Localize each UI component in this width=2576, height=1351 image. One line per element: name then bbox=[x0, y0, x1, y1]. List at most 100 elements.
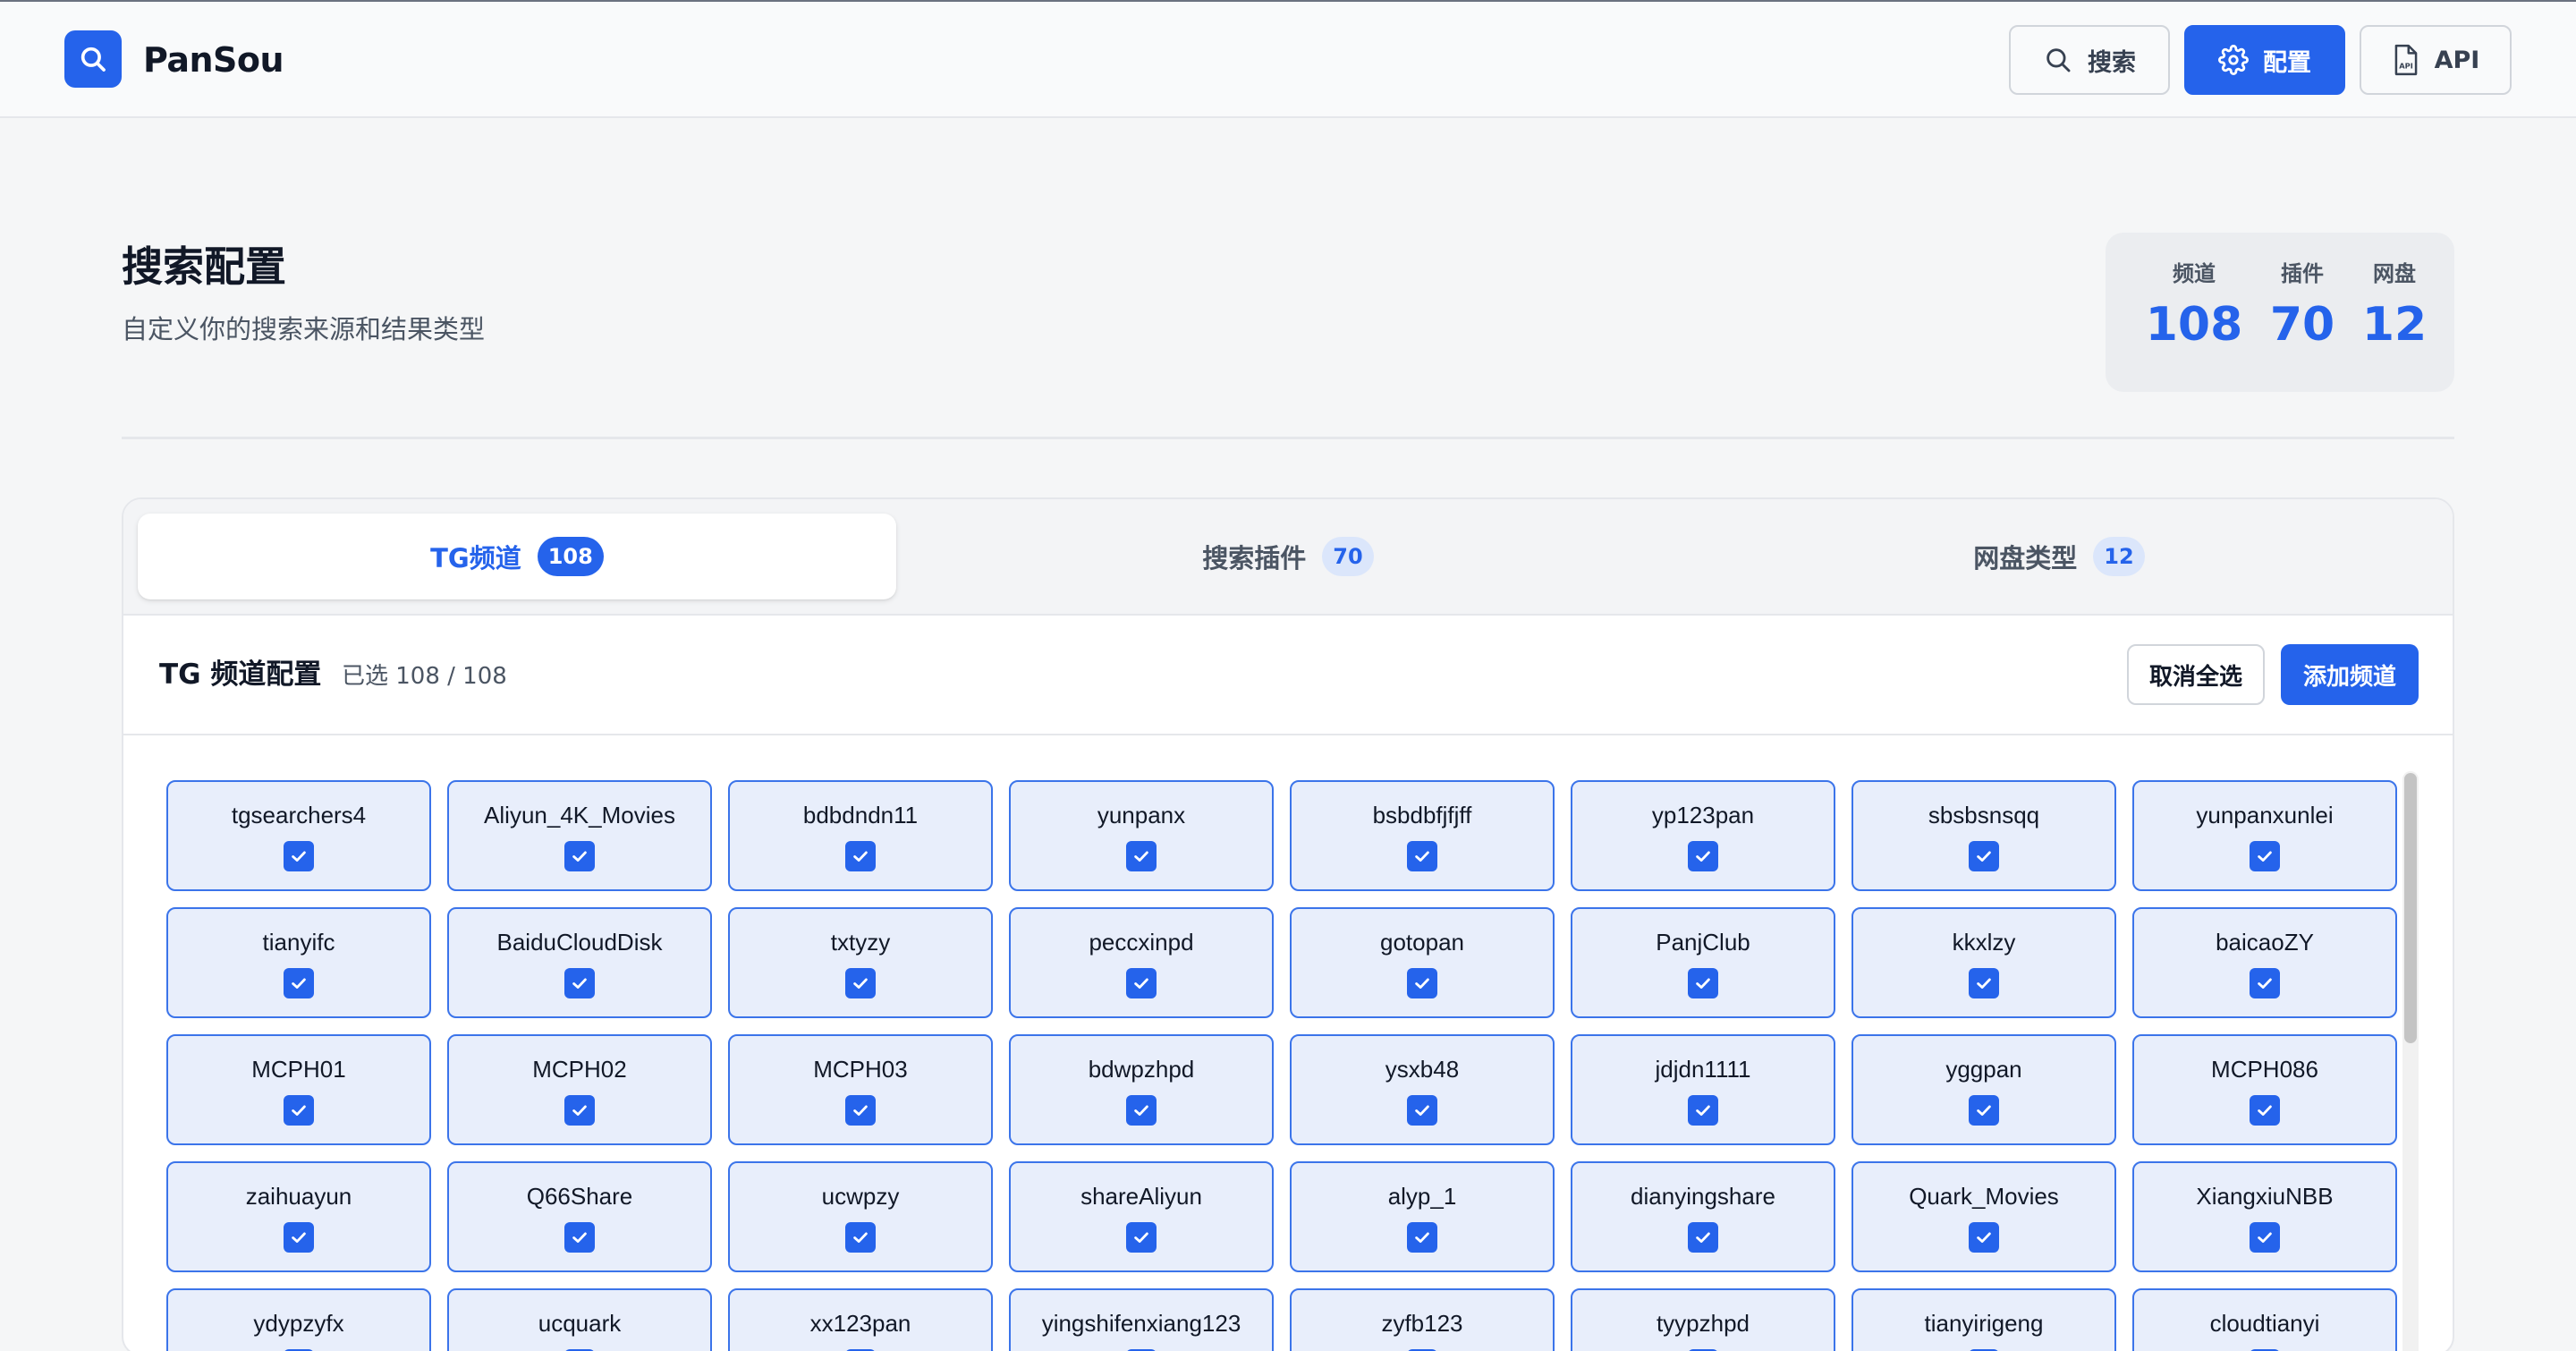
channel-checkbox[interactable] bbox=[1407, 1222, 1437, 1253]
channel-name: MCPH086 bbox=[2211, 1056, 2318, 1083]
channel-tile[interactable]: ucwpzy bbox=[728, 1161, 993, 1272]
tab-disk-types-count: 12 bbox=[2093, 537, 2145, 576]
nav-config-button[interactable]: 配置 bbox=[2184, 25, 2345, 95]
channel-checkbox[interactable] bbox=[1407, 841, 1437, 871]
channel-checkbox[interactable] bbox=[1969, 1222, 1999, 1253]
channel-checkbox[interactable] bbox=[564, 841, 595, 871]
channel-tile[interactable]: Q66Share bbox=[447, 1161, 712, 1272]
channel-tile[interactable]: ucquark bbox=[447, 1288, 712, 1351]
channel-checkbox[interactable] bbox=[1126, 1095, 1157, 1126]
check-icon bbox=[572, 1105, 587, 1116]
channel-checkbox[interactable] bbox=[845, 1095, 876, 1126]
nav-search-label: 搜索 bbox=[2088, 48, 2136, 77]
tab-disk-types[interactable]: 网盘类型 12 bbox=[1680, 514, 2438, 599]
channel-checkbox[interactable] bbox=[1969, 1095, 1999, 1126]
channel-tile[interactable]: ysxb48 bbox=[1290, 1034, 1555, 1145]
channel-checkbox[interactable] bbox=[284, 968, 314, 998]
channel-name: yggpan bbox=[1945, 1056, 2022, 1083]
channel-tile[interactable]: bsbdbfjfjff bbox=[1290, 780, 1555, 891]
channel-checkbox[interactable] bbox=[1688, 1095, 1718, 1126]
nav-search-button[interactable]: 搜索 bbox=[2009, 25, 2170, 95]
channel-tile[interactable]: BaiduCloudDisk bbox=[447, 907, 712, 1018]
channel-tile[interactable]: bdbdndn11 bbox=[728, 780, 993, 891]
channel-checkbox[interactable] bbox=[564, 1222, 595, 1253]
channel-tile[interactable]: Quark_Movies bbox=[1852, 1161, 2116, 1272]
tab-search-plugins[interactable]: 搜索插件 70 bbox=[909, 514, 1667, 599]
add-channel-button[interactable]: 添加频道 bbox=[2281, 644, 2419, 705]
channel-checkbox[interactable] bbox=[1126, 1222, 1157, 1253]
channel-checkbox[interactable] bbox=[564, 968, 595, 998]
check-icon bbox=[853, 1232, 868, 1243]
check-icon bbox=[1134, 1105, 1148, 1116]
channel-tile[interactable]: shareAliyun bbox=[1009, 1161, 1274, 1272]
channel-tile[interactable]: zaihuayun bbox=[166, 1161, 431, 1272]
channel-checkbox[interactable] bbox=[1688, 1222, 1718, 1253]
channel-name: txtyzy bbox=[830, 929, 891, 956]
nav-api-button[interactable]: API API bbox=[2360, 25, 2512, 95]
channel-tile[interactable]: MCPH02 bbox=[447, 1034, 712, 1145]
channel-checkbox[interactable] bbox=[1969, 968, 1999, 998]
channel-tile[interactable]: MCPH03 bbox=[728, 1034, 993, 1145]
channel-checkbox[interactable] bbox=[2250, 1095, 2280, 1126]
channel-tile[interactable]: tyypzhpd bbox=[1571, 1288, 1835, 1351]
channel-tile[interactable]: zyfb123 bbox=[1290, 1288, 1555, 1351]
channel-tile[interactable]: jdjdn1111 bbox=[1571, 1034, 1835, 1145]
channel-tile[interactable]: kkxlzy bbox=[1852, 907, 2116, 1018]
channel-tile[interactable]: yunpanx bbox=[1009, 780, 1274, 891]
channel-checkbox[interactable] bbox=[845, 1222, 876, 1253]
channel-name: BaiduCloudDisk bbox=[496, 929, 663, 956]
channel-tile[interactable]: yingshifenxiang123 bbox=[1009, 1288, 1274, 1351]
gear-icon bbox=[2218, 45, 2249, 75]
brand-name[interactable]: PanSou bbox=[143, 38, 284, 82]
channel-tile[interactable]: yunpanxunlei bbox=[2132, 780, 2397, 891]
channel-checkbox[interactable] bbox=[1126, 841, 1157, 871]
channel-checkbox[interactable] bbox=[1126, 968, 1157, 998]
channel-tile[interactable]: peccxinpd bbox=[1009, 907, 1274, 1018]
channel-grid-scroll[interactable]: tgsearchers4 Aliyun_4K_Movies bdbdndn11 yun… bbox=[123, 735, 2453, 1351]
channel-checkbox[interactable] bbox=[564, 1095, 595, 1126]
channel-checkbox[interactable] bbox=[2250, 1222, 2280, 1253]
channel-tile[interactable]: tianyifc bbox=[166, 907, 431, 1018]
channel-checkbox[interactable] bbox=[284, 841, 314, 871]
channel-checkbox[interactable] bbox=[845, 968, 876, 998]
channel-checkbox[interactable] bbox=[2250, 968, 2280, 998]
channel-tile[interactable]: sbsbsnsqq bbox=[1852, 780, 2116, 891]
channel-checkbox[interactable] bbox=[1688, 841, 1718, 871]
channel-tile[interactable]: dianyingshare bbox=[1571, 1161, 1835, 1272]
channel-tile[interactable]: alyp_1 bbox=[1290, 1161, 1555, 1272]
check-icon bbox=[2258, 978, 2272, 989]
channel-tile[interactable]: yggpan bbox=[1852, 1034, 2116, 1145]
channel-checkbox[interactable] bbox=[284, 1095, 314, 1126]
channel-tile[interactable]: Aliyun_4K_Movies bbox=[447, 780, 712, 891]
channel-tile[interactable]: PanjClub bbox=[1571, 907, 1835, 1018]
deselect-all-button[interactable]: 取消全选 bbox=[2127, 644, 2265, 705]
channel-checkbox[interactable] bbox=[845, 841, 876, 871]
channel-tile[interactable]: tgsearchers4 bbox=[166, 780, 431, 891]
channel-tile[interactable]: ydypzyfx bbox=[166, 1288, 431, 1351]
channel-tile[interactable]: baicaoZY bbox=[2132, 907, 2397, 1018]
stat-plugins-value: 70 bbox=[2269, 298, 2335, 352]
channel-checkbox[interactable] bbox=[1688, 968, 1718, 998]
channel-tile[interactable]: bdwpzhpd bbox=[1009, 1034, 1274, 1145]
check-icon bbox=[292, 1232, 306, 1243]
channel-checkbox[interactable] bbox=[1969, 841, 1999, 871]
channel-name: sbsbsnsqq bbox=[1928, 802, 2040, 828]
logo[interactable] bbox=[64, 30, 122, 88]
channel-tile[interactable]: MCPH086 bbox=[2132, 1034, 2397, 1145]
channel-tile[interactable]: cloudtianyi bbox=[2132, 1288, 2397, 1351]
channel-tile[interactable]: MCPH01 bbox=[166, 1034, 431, 1145]
channel-tile[interactable]: yp123pan bbox=[1571, 780, 1835, 891]
stat-channels: 频道 108 bbox=[2141, 259, 2247, 354]
channel-tile[interactable]: tianyirigeng bbox=[1852, 1288, 2116, 1351]
tab-tg-channels[interactable]: TG频道 108 bbox=[138, 514, 896, 599]
channel-checkbox[interactable] bbox=[284, 1222, 314, 1253]
channel-checkbox[interactable] bbox=[2250, 841, 2280, 871]
channel-tile[interactable]: xx123pan bbox=[728, 1288, 993, 1351]
channel-name: PanjClub bbox=[1656, 929, 1750, 956]
channel-tile[interactable]: XiangxiuNBB bbox=[2132, 1161, 2397, 1272]
scrollbar-thumb[interactable] bbox=[2404, 773, 2417, 1043]
channel-checkbox[interactable] bbox=[1407, 1095, 1437, 1126]
channel-checkbox[interactable] bbox=[1407, 968, 1437, 998]
channel-tile[interactable]: txtyzy bbox=[728, 907, 993, 1018]
channel-tile[interactable]: gotopan bbox=[1290, 907, 1555, 1018]
